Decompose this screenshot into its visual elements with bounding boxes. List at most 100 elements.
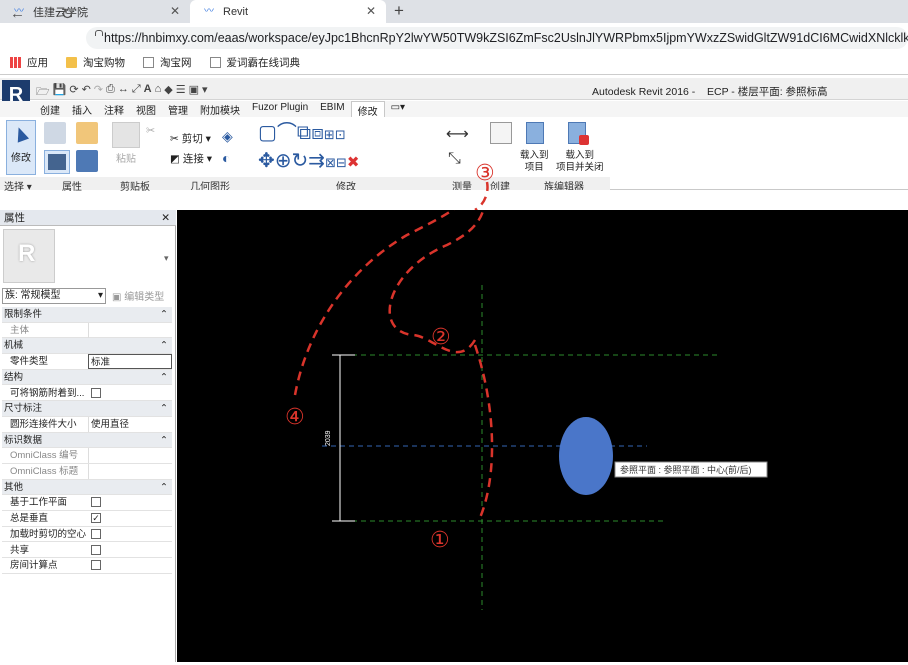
family-category-icon[interactable] [76,150,98,172]
property-value[interactable] [88,464,172,479]
thin-lines-icon[interactable]: ☰ [176,83,186,102]
cut-button[interactable]: ✂ 剪切 ▾ [170,131,211,146]
tab-contextual-dropdown[interactable]: ▭▾ [385,101,411,117]
load-close-icon[interactable] [568,122,589,145]
3d-view-icon[interactable]: ⌂ [155,83,162,102]
load-close-button[interactable]: 载入到 项目并关闭 [556,150,604,174]
measure-distance-icon[interactable]: ⤡ [448,150,461,168]
property-category[interactable]: 尺寸标注 ⌃ [2,401,172,417]
join-button[interactable]: ◩ 连接 ▾ [170,151,212,166]
trim-icon[interactable]: ⇉ [308,150,325,172]
url-field[interactable]: https://hnbimxy.com/eaas/workspace/eyJpc… [86,27,908,49]
type-selector-arrow-icon[interactable]: ▾ [164,253,169,264]
new-tab-button[interactable]: + [394,1,404,21]
browser-tab-2[interactable]: 〰 Revit ✕ [190,0,386,23]
property-category[interactable]: 机械 ⌃ [2,338,172,355]
switch-windows-icon[interactable]: ▣ [189,83,199,102]
edit-type-button[interactable]: ▣ 编辑类型 [112,288,164,303]
cut-clip-icon[interactable]: ✂ [146,124,155,137]
pin-icon[interactable]: ⊟ [336,155,347,170]
property-checkbox[interactable]: ✓ [91,513,101,524]
copy-move-icon[interactable]: ⊕ [275,150,292,172]
mirror-axis-icon[interactable]: ⧉ [297,122,311,144]
section-icon[interactable]: ◆ [164,83,172,102]
load-into-project-button[interactable]: 载入到 项目 [520,150,549,174]
bookmark-taobao-shopping[interactable]: 淘宝购物 [66,55,125,70]
close-tab-icon[interactable]: ✕ [366,4,376,18]
circular-connector-shape[interactable] [559,417,613,495]
collapse-icon[interactable]: ⌃ [160,338,168,353]
scale-icon[interactable]: ⊠ [325,155,336,170]
collapse-icon[interactable]: ⌃ [160,370,168,385]
text-icon[interactable]: A [144,83,152,102]
rotate-icon[interactable]: ↻ [292,150,309,172]
bookmark-label: 爱词霸在线词典 [226,57,301,69]
properties-toggle-button[interactable] [44,150,70,174]
open-icon[interactable]: 🗁 [36,83,50,102]
collapse-icon[interactable]: ⌃ [160,433,168,448]
align-dim-icon[interactable]: ⤢ [132,83,141,102]
property-checkbox[interactable] [91,387,101,398]
type-properties-icon[interactable] [44,122,66,144]
offset-icon[interactable]: ⌒ [277,122,297,144]
back-icon[interactable]: ← [10,5,25,22]
tab-addins[interactable]: 附加模块 [194,101,246,117]
sync-icon[interactable]: ⟳ [69,83,78,102]
tab-fuzor[interactable]: Fuzor Plugin [246,101,314,117]
tab-modify[interactable]: 修改 [350,101,385,118]
tab-ebim[interactable]: EBIM [314,101,350,117]
panel-select[interactable]: 选择 ▾ [4,178,32,193]
property-value[interactable]: 标准 [88,354,172,370]
tab-create[interactable]: 创建 [34,101,66,117]
property-checkbox[interactable] [91,497,101,508]
collapse-icon[interactable]: ⌃ [160,401,168,416]
aligned-dimension-icon[interactable]: ⟷ [446,124,469,144]
delete-icon[interactable]: ✖ [347,154,360,171]
redo-icon[interactable]: ↷ [94,83,103,102]
modify-button[interactable]: 修改 [6,120,36,175]
array-icon[interactable]: ⊡ [335,127,346,142]
bookmark-iciba[interactable]: 爱词霸在线词典 [209,55,301,70]
property-value[interactable] [88,322,172,338]
property-category[interactable]: 标识数据 ⌃ [2,432,172,449]
property-checkbox[interactable] [91,560,101,571]
close-palette-icon[interactable]: ✕ [161,210,170,226]
property-category[interactable]: 其他 ⌃ [2,479,172,496]
family-filter-select[interactable]: 族: 常规模型 ▾ [2,288,106,304]
mirror-draw-icon[interactable]: ⧈ [311,122,324,144]
move-icon[interactable]: ✥ [258,150,275,172]
property-checkbox[interactable] [91,528,101,539]
undo-icon[interactable]: ↶ [82,83,91,102]
tab-view[interactable]: 视图 [130,101,162,117]
family-types-icon[interactable] [76,122,98,144]
browser-tab-1[interactable]: 〰佳建云学院 ✕ [0,0,190,23]
close-tab-icon[interactable]: ✕ [170,4,180,18]
measure-icon[interactable]: ↔ [118,83,129,102]
drawing-canvas[interactable]: 2039 参照平面 : 参照平面 : 中心(前/后) ① ② ③ ④ [177,158,908,662]
split-face-icon[interactable]: ◐ [222,150,230,166]
dimension-value[interactable]: 2039 [325,430,332,446]
tab-annotate[interactable]: 注释 [98,101,130,117]
collapse-icon[interactable]: ⌃ [160,307,168,322]
wall-join-icon[interactable]: ◈ [222,128,233,145]
property-value[interactable]: 使用直径 [88,416,172,432]
collapse-icon[interactable]: ⌃ [160,480,168,495]
copy-icon[interactable]: ⊞ [324,127,335,142]
property-category[interactable]: 限制条件 ⌃ [2,307,172,323]
forward-icon[interactable]: → [36,5,51,22]
property-checkbox[interactable] [91,544,101,555]
print-icon[interactable]: ⎙ [106,83,115,102]
tab-manage[interactable]: 管理 [162,101,194,117]
bookmark-apps[interactable]: 应用 [10,55,48,70]
property-category[interactable]: 结构 ⌃ [2,369,172,386]
align-icon[interactable]: ▢ [258,122,277,144]
property-value[interactable] [88,448,172,464]
save-icon[interactable]: 💾 [53,83,67,102]
customize-qat-icon[interactable]: ▾ [202,83,208,102]
bookmark-taobao[interactable]: 淘宝网 [143,55,192,70]
load-into-project-icon[interactable] [526,122,544,144]
reload-icon[interactable]: ↻ [61,5,74,23]
create-similar-icon[interactable] [490,122,512,144]
tab-insert[interactable]: 插入 [66,101,98,117]
paste-icon[interactable] [112,122,140,148]
